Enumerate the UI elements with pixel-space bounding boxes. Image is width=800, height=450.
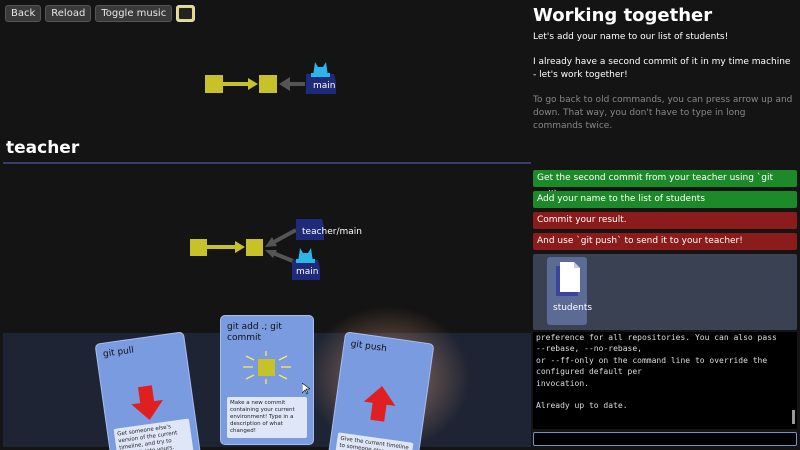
terminal-scrollbar[interactable] <box>792 410 795 424</box>
card-title: git pull <box>102 345 135 360</box>
teacher-repo-graph: teacher/main main <box>190 219 362 280</box>
section-divider <box>3 162 531 164</box>
card-description: Make a new commit containing your curren… <box>227 397 307 438</box>
file-icon <box>556 262 580 296</box>
commit-node[interactable] <box>259 75 277 93</box>
card-git-pull[interactable]: git pull Get someone else's version of t… <box>94 331 202 450</box>
card-hand: git pull Get someone else's version of t… <box>3 306 531 450</box>
task-item: Add your name to the list of students <box>533 191 797 208</box>
card-description: Get someone else's version of the curren… <box>113 418 194 450</box>
level-story: I already have a second commit of it in … <box>533 57 791 80</box>
your-repo-graph: main <box>205 62 336 94</box>
file-name: students <box>553 303 593 313</box>
mouse-cursor-icon <box>302 383 310 395</box>
branch-label-text: teacher/main <box>302 227 362 237</box>
file-item[interactable]: students <box>547 257 592 325</box>
task-item: Get the second commit from your teacher … <box>533 170 797 200</box>
card-git-push[interactable]: git push Give the current timeline to so… <box>327 331 435 450</box>
commit-node[interactable] <box>246 239 263 256</box>
head-cat-icon[interactable] <box>296 248 315 263</box>
up-arrow-icon <box>357 381 403 430</box>
level-hint: To go back to old commands, you can pres… <box>533 95 793 131</box>
level-title: Working together <box>533 5 713 26</box>
branch-label-text: main <box>313 81 336 91</box>
branch-label-text: main <box>296 267 319 277</box>
branch-arrow <box>265 228 297 263</box>
back-button[interactable]: Back <box>5 5 42 22</box>
commit-node[interactable] <box>190 239 207 256</box>
reload-button[interactable]: Reload <box>45 5 92 22</box>
card-title: git add .; git commit <box>227 322 282 343</box>
branch-label-teacher-main[interactable]: teacher/main <box>296 219 362 240</box>
branch-arrow <box>279 77 305 91</box>
task-item: And use `git push` to send it to your te… <box>533 233 797 250</box>
toolbar: Back Reload Toggle music <box>5 5 196 22</box>
commit-sparkle-icon <box>237 350 297 390</box>
terminal-toggle-icon[interactable] <box>176 5 196 22</box>
card-git-commit[interactable]: git add .; git commit Make a new commit … <box>220 315 314 445</box>
task-item: Commit your result. <box>533 212 797 229</box>
commit-node[interactable] <box>205 75 223 93</box>
teacher-title: teacher <box>6 138 80 158</box>
terminal-text: preference for all repositories. You can… <box>536 333 777 411</box>
file-browser: students <box>533 254 797 330</box>
level-intro: Let's add your name to our list of stude… <box>533 32 729 42</box>
commit-link <box>207 241 245 253</box>
card-description: Give the current timeline to someone els… <box>335 432 414 450</box>
head-cat-icon[interactable] <box>311 62 330 77</box>
terminal-output[interactable]: preference for all repositories. You can… <box>533 332 797 429</box>
command-input[interactable] <box>533 432 797 446</box>
toggle-music-button[interactable]: Toggle music <box>95 5 173 22</box>
commit-link <box>223 78 258 90</box>
card-title: git push <box>349 339 388 355</box>
